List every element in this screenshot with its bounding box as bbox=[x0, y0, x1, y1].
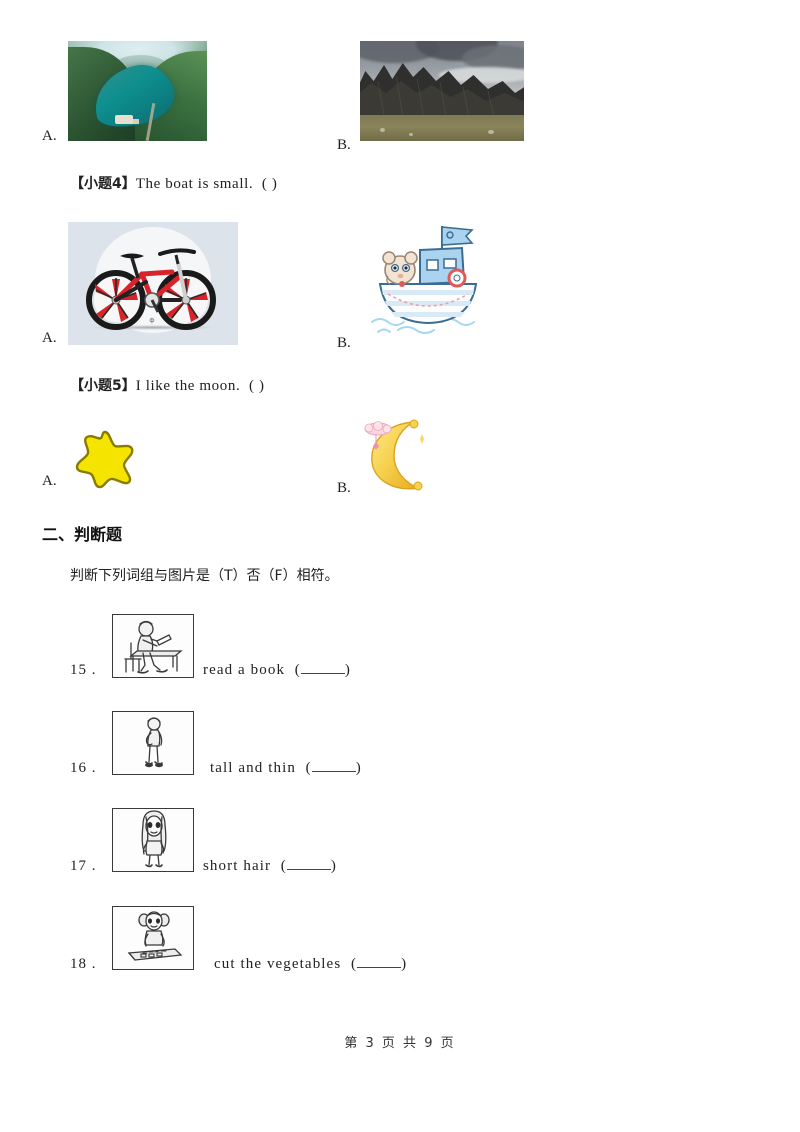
phrase-15: read a book () bbox=[203, 662, 351, 678]
question-5-marker: 【小题5】 bbox=[70, 378, 136, 394]
question-4-answer-bracket: ( ) bbox=[261, 176, 278, 192]
option-label-a-q3: A. bbox=[42, 128, 57, 144]
page-footer: 第 3 页 共 9 页 bbox=[344, 1036, 456, 1051]
question-5-answer-bracket: ( ) bbox=[249, 378, 265, 394]
image-red-mountain-bicycle: ф bbox=[68, 222, 238, 345]
phrase-16: tall and thin () bbox=[210, 760, 362, 776]
image-green-lake-valley bbox=[68, 41, 207, 141]
answer-blank-17[interactable]: () bbox=[281, 858, 337, 874]
image-person-reading-at-desk bbox=[112, 614, 194, 678]
answer-blank-15[interactable]: () bbox=[295, 662, 351, 678]
phrase-18: cut the vegetables () bbox=[214, 956, 408, 972]
image-crescent-moon bbox=[356, 414, 452, 496]
question-4-line: 【小题4】The boat is small. ( ) bbox=[70, 173, 277, 193]
option-label-a-q4: A. bbox=[42, 330, 57, 346]
answer-blank-18[interactable]: () bbox=[351, 956, 407, 972]
option-label-b-q4: B. bbox=[337, 335, 351, 351]
question-4-text: The boat is small. bbox=[135, 176, 254, 192]
svg-text:ф: ф bbox=[149, 317, 154, 324]
image-girl-with-long-hair bbox=[112, 808, 194, 872]
answer-blank-16[interactable]: () bbox=[306, 760, 362, 776]
image-yellow-star bbox=[74, 428, 136, 490]
question-5-text: I like the moon. bbox=[135, 378, 241, 394]
image-girl-cutting-vegetables bbox=[112, 906, 194, 970]
question-5-line: 【小题5】I like the moon. ( ) bbox=[70, 375, 265, 395]
item-number-18: 18 . bbox=[70, 956, 97, 972]
section-heading-2: 二、判断题 bbox=[42, 525, 123, 544]
option-label-b-q5: B. bbox=[337, 480, 351, 496]
option-label-b-q3: B. bbox=[337, 137, 351, 153]
exam-page: A. B. 【小题4】The boat is small. () A. ф B… bbox=[0, 0, 800, 1132]
image-dark-mountain-ridge bbox=[360, 41, 524, 141]
item-number-16: 16 . bbox=[70, 760, 97, 776]
question-4-marker: 【小题4】 bbox=[70, 176, 136, 192]
image-cartoon-boat-with-bear bbox=[358, 222, 498, 342]
image-tall-thin-person bbox=[112, 711, 194, 775]
item-number-15: 15 . bbox=[70, 662, 97, 678]
item-number-17: 17 . bbox=[70, 858, 97, 874]
option-label-a-q5: A. bbox=[42, 473, 57, 489]
section-2-instruction: 判断下列词组与图片是（T）否（F）相符。 bbox=[70, 568, 339, 584]
phrase-17: short hair () bbox=[203, 858, 337, 874]
